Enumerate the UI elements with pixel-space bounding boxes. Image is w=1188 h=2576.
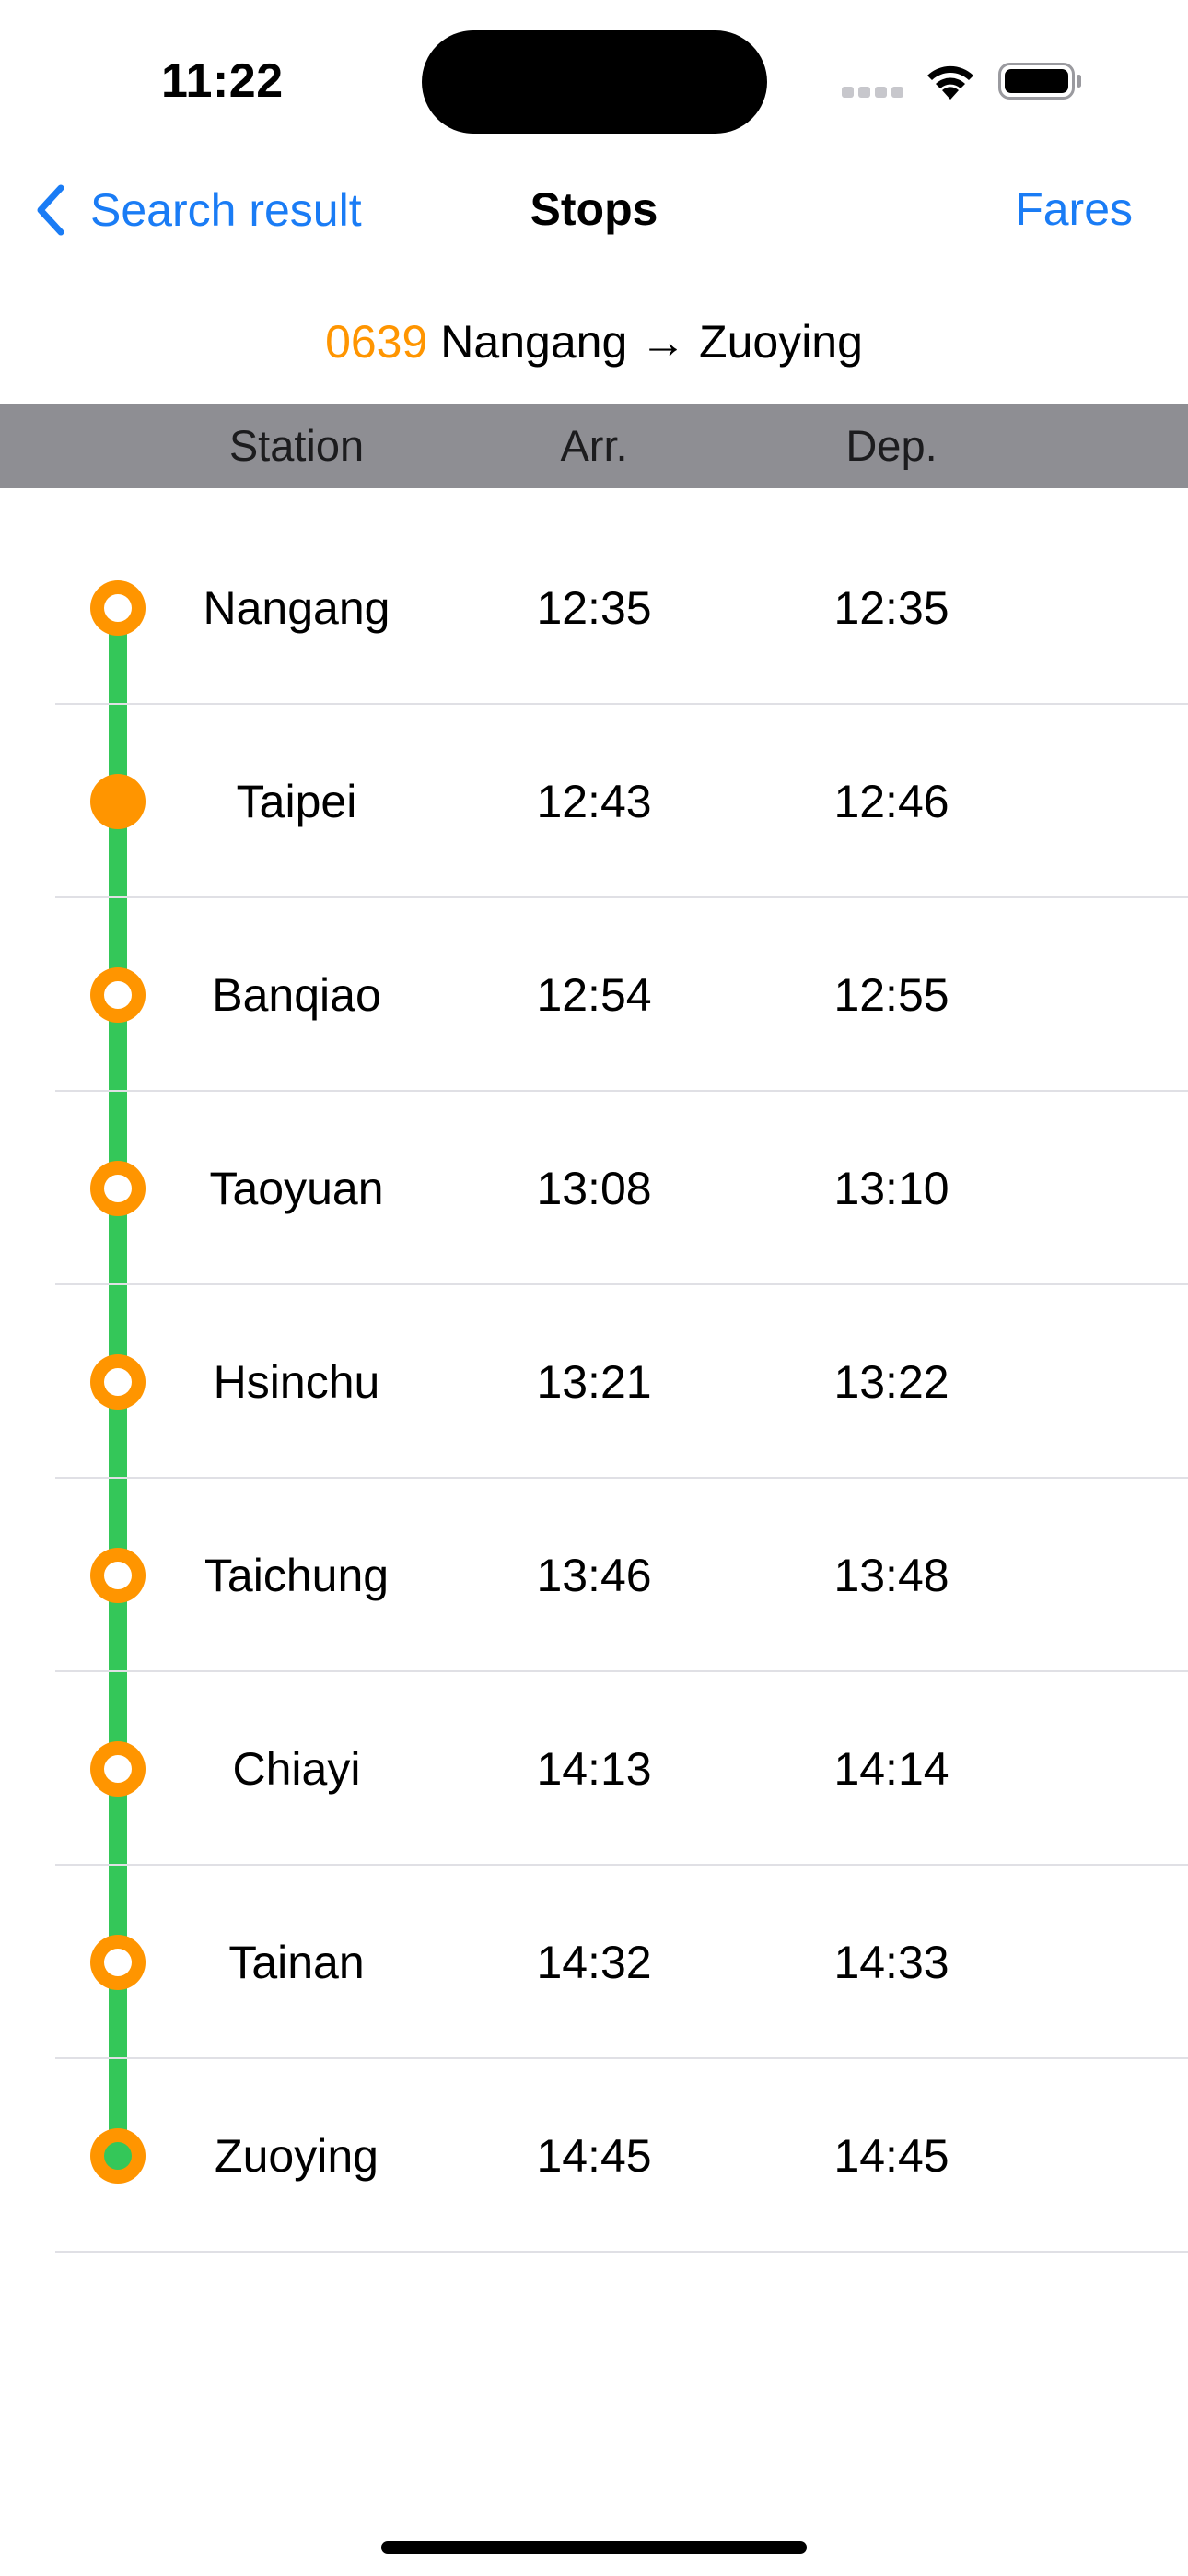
- stop-marker-icon: [90, 1354, 146, 1410]
- stop-marker-icon: [90, 1548, 146, 1603]
- stop-station: Zuoying: [215, 2130, 379, 2182]
- stop-arrival: 13:21: [536, 1356, 652, 1408]
- train-info: 0639 Nangang → Zuoying: [0, 315, 1188, 369]
- column-arrival: Arr.: [560, 421, 628, 470]
- stop-station: Tainan: [228, 1937, 365, 1988]
- stop-row: Chiayi 14:13 14:14: [0, 1672, 1188, 1866]
- stop-departure: 12:55: [833, 969, 949, 1021]
- stop-marker-icon: [90, 774, 146, 829]
- train-route: Nangang → Zuoying: [440, 316, 863, 368]
- wifi-icon: [927, 65, 973, 100]
- stop-marker-icon: [90, 1161, 146, 1216]
- cellular-signal-icon: [842, 87, 904, 98]
- stop-marker-icon: [90, 2128, 146, 2184]
- stop-marker-icon: [90, 967, 146, 1023]
- status-time: 11:22: [161, 54, 284, 108]
- column-station: Station: [228, 421, 365, 470]
- column-departure: Dep.: [845, 421, 938, 470]
- stop-station: Chiayi: [232, 1743, 361, 1795]
- stop-marker-icon: [90, 1935, 146, 1990]
- stop-station: Taipei: [236, 776, 357, 827]
- stop-departure: 14:14: [833, 1743, 949, 1795]
- stop-row: Tainan 14:32 14:33: [0, 1866, 1188, 2059]
- stop-arrival: 13:08: [536, 1163, 652, 1214]
- stop-departure: 12:46: [833, 776, 949, 827]
- stop-station: Hsinchu: [213, 1356, 380, 1408]
- stop-departure: 12:35: [833, 582, 949, 634]
- dynamic-island: [422, 30, 767, 134]
- fares-button[interactable]: Fares: [1015, 182, 1133, 236]
- stop-arrival: 14:32: [536, 1937, 652, 1988]
- stop-arrival: 14:45: [536, 2130, 652, 2182]
- stop-row: Banqiao 12:54 12:55: [0, 898, 1188, 1092]
- home-indicator: [381, 2541, 807, 2554]
- stop-station: Nangang: [203, 582, 390, 634]
- page-title: Stops: [530, 183, 658, 235]
- stop-arrival: 13:46: [536, 1550, 652, 1601]
- row-divider: [55, 2251, 1188, 2253]
- stop-row: Hsinchu 13:21 13:22: [0, 1285, 1188, 1479]
- stop-row: Taipei 12:43 12:46: [0, 705, 1188, 898]
- stop-arrival: 12:43: [536, 776, 652, 827]
- stop-departure: 14:33: [833, 1937, 949, 1988]
- stop-station: Taoyuan: [209, 1163, 384, 1214]
- stop-departure: 13:48: [833, 1550, 949, 1601]
- column-header: Station Arr. Dep.: [0, 404, 1188, 488]
- stop-row: Taichung 13:46 13:48: [0, 1479, 1188, 1672]
- stop-marker-icon: [90, 1741, 146, 1797]
- stop-arrival: 12:35: [536, 582, 652, 634]
- stop-departure: 14:45: [833, 2130, 949, 2182]
- stop-arrival: 12:54: [536, 969, 652, 1021]
- stop-row: Taoyuan 13:08 13:10: [0, 1092, 1188, 1285]
- stop-departure: 13:22: [833, 1356, 949, 1408]
- battery-icon: [998, 63, 1081, 100]
- stop-row: Zuoying 14:45 14:45: [0, 2059, 1188, 2253]
- stop-departure: 13:10: [833, 1163, 949, 1214]
- stop-arrival: 14:13: [536, 1743, 652, 1795]
- stop-station: Banqiao: [212, 969, 381, 1021]
- stop-station: Taichung: [204, 1550, 390, 1601]
- stop-marker-icon: [90, 580, 146, 636]
- stop-row: Nangang 12:35 12:35: [0, 511, 1188, 705]
- train-number: 0639: [325, 316, 428, 368]
